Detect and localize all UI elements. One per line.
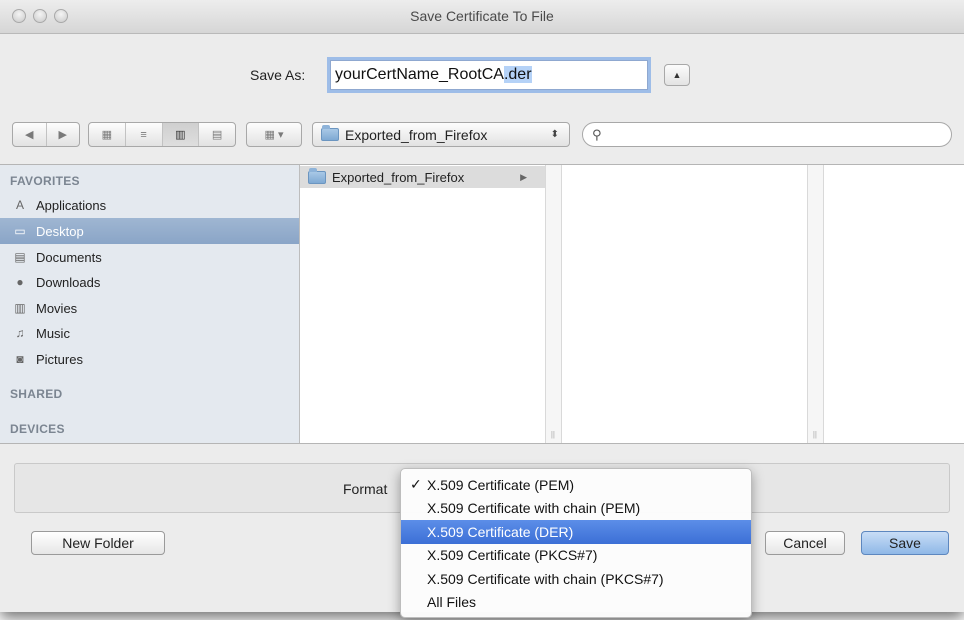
save-button[interactable]: Save bbox=[861, 531, 949, 555]
sidebar-item-label: Applications bbox=[36, 197, 107, 213]
format-option-pem-chain[interactable]: X.509 Certificate with chain (PEM) bbox=[401, 497, 751, 521]
column-resize-grip-icon[interactable]: || bbox=[813, 430, 817, 439]
new-folder-button[interactable]: New Folder bbox=[31, 531, 165, 555]
folder-item-label: Exported_from_Firefox bbox=[332, 169, 465, 185]
sidebar-item-label: Movies bbox=[36, 300, 78, 316]
column-view-icon[interactable]: ▥ bbox=[162, 123, 200, 146]
format-dropdown-menu: ✓ X.509 Certificate (PEM) X.509 Certific… bbox=[400, 468, 752, 618]
sidebar-item-applications[interactable]: A Applications bbox=[0, 192, 299, 218]
browser-toolbar: ◀ ▶ ▦ ≡ ▥ ▤ ▦ ▾ Exported_from_Firefox ⬍ … bbox=[0, 120, 964, 150]
sidebar: FAVORITES A Applications ▭ Desktop ▤ Doc… bbox=[0, 165, 300, 443]
sidebar-item-documents[interactable]: ▤ Documents bbox=[0, 244, 299, 270]
window-title: Save Certificate To File bbox=[410, 8, 554, 24]
format-option-pkcs7[interactable]: X.509 Certificate (PKCS#7) bbox=[401, 544, 751, 568]
column-resize-gutter: || bbox=[808, 165, 824, 443]
menu-item-label: X.509 Certificate with chain (PEM) bbox=[427, 500, 641, 517]
location-popup[interactable]: Exported_from_Firefox ⬍ bbox=[312, 122, 570, 147]
location-label: Exported_from_Firefox bbox=[345, 126, 488, 143]
forward-arrow-icon[interactable]: ▶ bbox=[47, 123, 80, 146]
format-option-all-files[interactable]: All Files bbox=[401, 591, 751, 615]
arrange-control: ▦ ▾ bbox=[246, 122, 302, 147]
cancel-button[interactable]: Cancel bbox=[765, 531, 845, 555]
documents-icon: ▤ bbox=[14, 250, 26, 264]
desktop-icon: ▭ bbox=[14, 224, 26, 238]
sidebar-item-label: Pictures bbox=[36, 351, 83, 367]
downloads-icon: ● bbox=[16, 275, 24, 289]
applications-icon: A bbox=[15, 198, 24, 212]
shared-header: SHARED bbox=[10, 387, 63, 401]
menu-item-label: X.509 Certificate with chain (PKCS#7) bbox=[427, 570, 664, 587]
sidebar-item-label: Downloads bbox=[36, 274, 101, 290]
column-1: Exported_from_Firefox ▶ bbox=[300, 165, 546, 443]
sidebar-item-pictures[interactable]: ◙ Pictures bbox=[0, 346, 299, 372]
music-icon: ♫ bbox=[15, 326, 25, 340]
back-arrow-icon[interactable]: ◀ bbox=[13, 123, 47, 146]
disclosure-arrow-icon: ▶ bbox=[520, 171, 527, 182]
popup-arrows-icon: ⬍ bbox=[550, 129, 559, 140]
sidebar-item-label: Music bbox=[36, 325, 70, 341]
favorites-header: FAVORITES bbox=[10, 174, 80, 188]
back-forward-control: ◀ ▶ bbox=[12, 122, 80, 147]
sidebar-item-label: Desktop bbox=[36, 223, 84, 239]
column-2 bbox=[562, 165, 808, 443]
list-view-icon[interactable]: ≡ bbox=[126, 123, 163, 146]
folder-icon bbox=[321, 125, 339, 141]
checkmark-icon: ✓ bbox=[410, 476, 422, 492]
menu-item-label: All Files bbox=[427, 594, 477, 611]
sidebar-item-desktop[interactable]: ▭ Desktop bbox=[0, 218, 299, 244]
sidebar-item-downloads[interactable]: ● Downloads bbox=[0, 269, 299, 295]
menu-item-label: X.509 Certificate (DER) bbox=[427, 523, 574, 540]
filename-input[interactable]: yourCertName_RootCA.der bbox=[330, 60, 648, 90]
sidebar-item-label: Documents bbox=[36, 249, 102, 265]
file-browser: FAVORITES A Applications ▭ Desktop ▤ Doc… bbox=[0, 164, 964, 444]
filename-extension-selected: .der bbox=[503, 66, 532, 83]
format-option-pem[interactable]: ✓ X.509 Certificate (PEM) bbox=[401, 473, 751, 497]
arrange-icon[interactable]: ▦ ▾ bbox=[247, 123, 301, 146]
format-option-der[interactable]: X.509 Certificate (DER) bbox=[401, 520, 751, 544]
search-icon: ⚲ bbox=[592, 127, 602, 142]
column-3 bbox=[824, 165, 964, 443]
sidebar-item-music[interactable]: ♫ Music bbox=[0, 320, 299, 346]
sidebar-item-movies[interactable]: ▥ Movies bbox=[0, 295, 299, 321]
folder-icon bbox=[308, 167, 326, 184]
title-bar: Save Certificate To File bbox=[0, 0, 964, 34]
format-label: Format bbox=[343, 481, 388, 497]
save-as-label: Save As: bbox=[250, 67, 306, 83]
collapse-dialog-button[interactable]: ▲ bbox=[664, 64, 690, 86]
column-resize-grip-icon[interactable]: || bbox=[551, 430, 555, 439]
devices-header: DEVICES bbox=[10, 422, 65, 436]
coverflow-view-icon[interactable]: ▤ bbox=[199, 123, 235, 146]
menu-item-label: X.509 Certificate (PEM) bbox=[427, 476, 575, 493]
movies-icon: ▥ bbox=[14, 301, 26, 315]
format-option-pkcs7-chain[interactable]: X.509 Certificate with chain (PKCS#7) bbox=[401, 567, 751, 591]
icon-view-icon[interactable]: ▦ bbox=[89, 123, 126, 146]
pictures-icon: ◙ bbox=[16, 352, 24, 366]
view-mode-control: ▦ ≡ ▥ ▤ bbox=[88, 122, 236, 147]
filename-base: yourCertName_RootCA bbox=[335, 66, 504, 83]
column-resize-gutter: || bbox=[546, 165, 562, 443]
search-field[interactable]: ⚲ bbox=[582, 122, 952, 147]
menu-item-label: X.509 Certificate (PKCS#7) bbox=[427, 547, 598, 564]
save-as-row: Save As: yourCertName_RootCA.der ▲ bbox=[0, 58, 964, 92]
folder-item-exported-from-firefox[interactable]: Exported_from_Firefox ▶ bbox=[300, 166, 545, 188]
